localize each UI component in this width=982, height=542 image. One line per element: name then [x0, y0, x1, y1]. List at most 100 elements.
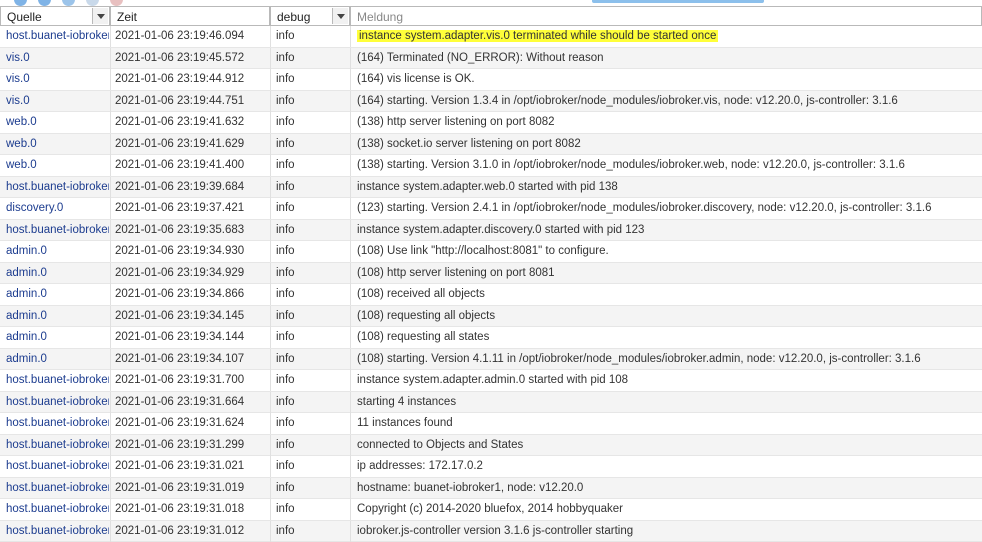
log-row[interactable]: host.buanet-iobroker1 2021-01-06 23:19:31… [0, 456, 982, 478]
log-source: vis.0 [6, 51, 30, 64]
log-row[interactable]: host.buanet-iobroker1 2021-01-06 23:19:46… [0, 26, 982, 48]
log-row[interactable]: admin.0 2021-01-06 23:19:34.144 info (108) … [0, 327, 982, 349]
log-level: info [270, 155, 350, 176]
chevron-down-icon[interactable] [92, 8, 108, 24]
log-source: host.buanet-iobroker1 [6, 438, 109, 451]
log-row[interactable]: vis.0 2021-01-06 23:19:45.572 info (164) Te… [0, 47, 982, 69]
log-message: (138) http server listening on port 8082 [350, 112, 982, 133]
log-row[interactable]: web.0 2021-01-06 23:19:41.632 info (138) ht… [0, 112, 982, 134]
log-time: 2021-01-06 23:19:41.632 [110, 112, 270, 133]
log-row[interactable]: host.buanet-iobroker1 2021-01-06 23:19:31… [0, 477, 982, 499]
log-row[interactable]: host.buanet-iobroker1 2021-01-06 23:19:35… [0, 219, 982, 241]
log-message: instance system.adapter.admin.0 started … [350, 370, 982, 391]
log-source: host.buanet-iobroker1 [6, 524, 109, 537]
log-row[interactable]: admin.0 2021-01-06 23:19:34.145 info (108) … [0, 305, 982, 327]
log-message: (138) starting. Version 3.1.0 in /opt/io… [350, 155, 982, 176]
log-row[interactable]: admin.0 2021-01-06 23:19:34.930 info (108) … [0, 241, 982, 263]
log-level: info [270, 198, 350, 219]
source-filter-select[interactable]: Quelle [0, 6, 110, 26]
log-time: 2021-01-06 23:19:37.421 [110, 198, 270, 219]
log-row[interactable]: admin.0 2021-01-06 23:19:34.866 info (108) … [0, 284, 982, 306]
log-time: 2021-01-06 23:19:31.021 [110, 456, 270, 477]
time-column-header[interactable]: Zeit [110, 6, 270, 26]
log-message: (138) socket.io server listening on port… [350, 133, 982, 155]
level-filter-value: debug [277, 10, 311, 24]
log-row[interactable]: discovery.0 2021-01-06 23:19:37.421 info (1… [0, 198, 982, 220]
log-time: 2021-01-06 23:19:31.019 [110, 477, 270, 499]
log-message: (164) starting. Version 1.3.4 in /opt/io… [350, 90, 982, 112]
log-level: info [270, 327, 350, 348]
log-source: vis.0 [6, 73, 30, 85]
log-row[interactable]: web.0 2021-01-06 23:19:41.629 info (138) so… [0, 133, 982, 155]
log-row[interactable]: admin.0 2021-01-06 23:19:34.929 info (108) … [0, 262, 982, 284]
log-row[interactable]: host.buanet-iobroker1 2021-01-06 23:19:31… [0, 520, 982, 542]
log-level: info [270, 47, 350, 69]
log-level: info [270, 284, 350, 305]
log-source: host.buanet-iobroker1 [6, 481, 109, 494]
log-level: info [270, 241, 350, 262]
log-message: ip addresses: 172.17.0.2 [350, 456, 982, 477]
level-filter-select[interactable]: debug [270, 6, 350, 26]
log-message: instance system.adapter.vis.0 terminated… [350, 26, 982, 47]
log-level: info [270, 456, 350, 477]
log-time: 2021-01-06 23:19:31.299 [110, 434, 270, 456]
log-message: connected to Objects and States [350, 434, 982, 456]
log-level: info [270, 262, 350, 284]
log-row[interactable]: host.buanet-iobroker1 2021-01-06 23:19:31… [0, 391, 982, 413]
log-row[interactable]: vis.0 2021-01-06 23:19:44.912 info (164) vi… [0, 69, 982, 91]
log-time: 2021-01-06 23:19:34.866 [110, 284, 270, 305]
log-row[interactable]: host.buanet-iobroker1 2021-01-06 23:19:31… [0, 413, 982, 435]
log-level: info [270, 391, 350, 413]
log-source: admin.0 [6, 266, 47, 279]
log-source: admin.0 [6, 309, 47, 322]
log-message: (164) Terminated (NO_ERROR): Without rea… [350, 47, 982, 69]
log-table-header: Quelle Zeit debug Meldung [0, 6, 982, 26]
log-row[interactable]: host.buanet-iobroker1 2021-01-06 23:19:31… [0, 370, 982, 392]
log-time: 2021-01-06 23:19:31.624 [110, 413, 270, 434]
log-source: vis.0 [6, 94, 30, 107]
log-source: host.buanet-iobroker1 [6, 417, 109, 429]
time-column-label: Zeit [117, 10, 138, 24]
toolbar-action-button[interactable] [592, 0, 764, 3]
log-time: 2021-01-06 23:19:31.018 [110, 499, 270, 520]
log-message: (108) http server listening on port 8081 [350, 262, 982, 284]
log-time: 2021-01-06 23:19:41.629 [110, 133, 270, 155]
log-row[interactable]: host.buanet-iobroker1 2021-01-06 23:19:31… [0, 434, 982, 456]
highlighted-message: instance system.adapter.vis.0 terminated… [357, 30, 719, 42]
log-message: starting 4 instances [350, 391, 982, 413]
log-time: 2021-01-06 23:19:35.683 [110, 219, 270, 241]
chevron-down-icon[interactable] [332, 8, 348, 24]
log-time: 2021-01-06 23:19:34.144 [110, 327, 270, 348]
log-level: info [270, 413, 350, 434]
log-row[interactable]: host.buanet-iobroker1 2021-01-06 23:19:39… [0, 176, 982, 198]
log-level: info [270, 370, 350, 391]
log-source: host.buanet-iobroker1 [6, 30, 109, 42]
log-message: hostname: buanet-iobroker1, node: v12.20… [350, 477, 982, 499]
message-filter-input[interactable]: Meldung [350, 6, 982, 26]
log-message: iobroker.js-controller version 3.1.6 js-… [350, 520, 982, 542]
source-filter-label: Quelle [7, 10, 42, 24]
log-source: host.buanet-iobroker1 [6, 374, 109, 386]
log-level: info [270, 434, 350, 456]
log-time: 2021-01-06 23:19:45.572 [110, 47, 270, 69]
log-row[interactable]: host.buanet-iobroker1 2021-01-06 23:19:31… [0, 499, 982, 521]
log-message: Copyright (c) 2014-2020 bluefox, 2014 ho… [350, 499, 982, 520]
log-level: info [270, 26, 350, 47]
log-time: 2021-01-06 23:19:44.912 [110, 69, 270, 90]
log-source: admin.0 [6, 331, 47, 343]
log-source: discovery.0 [6, 202, 64, 214]
log-source: host.buanet-iobroker1 [6, 460, 109, 472]
log-row[interactable]: vis.0 2021-01-06 23:19:44.751 info (164) st… [0, 90, 982, 112]
log-row[interactable]: admin.0 2021-01-06 23:19:34.107 info (108) … [0, 348, 982, 370]
log-time: 2021-01-06 23:19:31.012 [110, 520, 270, 542]
log-source: admin.0 [6, 288, 47, 300]
log-row[interactable]: web.0 2021-01-06 23:19:41.400 info (138) st… [0, 155, 982, 177]
log-level: info [270, 176, 350, 198]
log-message: (108) requesting all states [350, 327, 982, 348]
log-source: host.buanet-iobroker1 [6, 395, 109, 408]
log-source: web.0 [6, 137, 37, 150]
log-level: info [270, 69, 350, 90]
log-message: (108) starting. Version 4.1.11 in /opt/i… [350, 348, 982, 370]
log-message: 11 instances found [350, 413, 982, 434]
log-message: (164) vis license is OK. [350, 69, 982, 90]
